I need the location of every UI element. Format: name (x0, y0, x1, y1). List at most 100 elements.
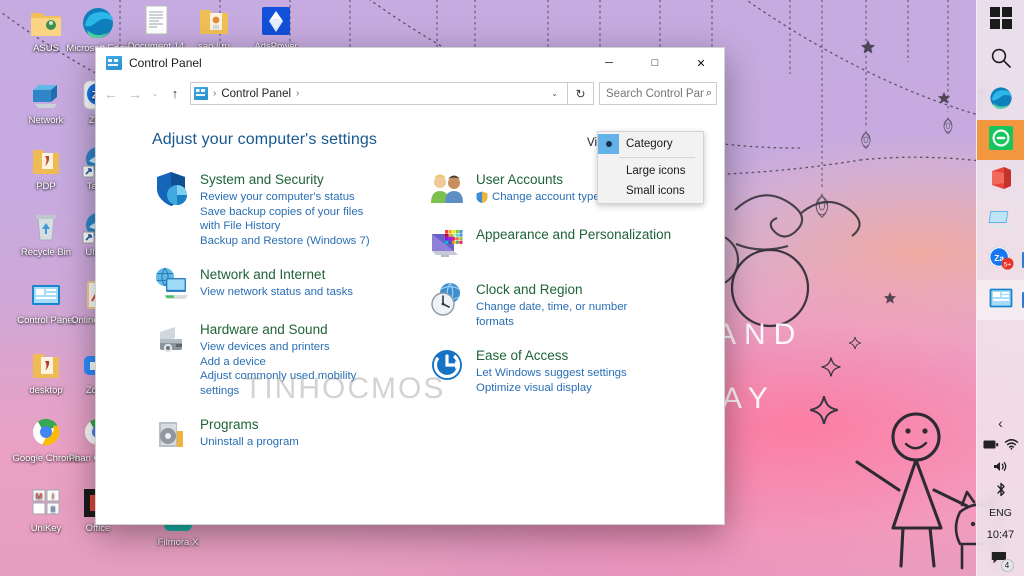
chrome-icon (29, 416, 63, 450)
view-by-dropdown-menu[interactable]: Category Large icons Small icons (597, 131, 704, 204)
volume-icon[interactable] (993, 460, 1009, 478)
view-menu-item-small-icons[interactable]: Small icons (598, 181, 703, 201)
address-chevron-down-icon[interactable]: ⌄ (544, 89, 565, 98)
appearance-icon[interactable] (428, 225, 466, 263)
search-icon[interactable]: ⌕ (706, 87, 712, 100)
tray-volume-row[interactable] (977, 457, 1024, 480)
close-button[interactable]: ✕ (678, 48, 724, 78)
category-title-user-accounts[interactable]: User Accounts (476, 171, 600, 188)
category-link-label: Let Windows suggest settings (476, 367, 627, 379)
zalo-button[interactable]: Za 5+ (977, 240, 1024, 280)
zalo-icon: Za 5+ (987, 245, 1015, 276)
search-input[interactable] (606, 87, 704, 100)
category-title-hardware-and-sound[interactable]: Hardware and Sound (200, 321, 380, 338)
asus-folder-icon (29, 6, 63, 40)
notification-center-row[interactable]: 4 (977, 547, 1024, 572)
wifi-icon[interactable] (1004, 437, 1019, 455)
category-title-programs[interactable]: Programs (200, 416, 299, 433)
app-green-button[interactable] (976, 120, 1024, 160)
search-icon (990, 47, 1012, 74)
category-title-appearance-and-personalization[interactable]: Appearance and Personalization (476, 226, 671, 243)
maximize-button[interactable]: □ (632, 48, 678, 78)
category-link-view-devices-and-printers[interactable]: View devices and printers (200, 340, 380, 355)
control-panel-window[interactable]: Control Panel ─ □ ✕ ← → ⌄ ↑ › Control Pa… (96, 48, 724, 524)
control-panel-icon (106, 56, 122, 70)
category-title-network-and-internet[interactable]: Network and Internet (200, 266, 353, 283)
clock[interactable]: 10:47 (987, 523, 1015, 547)
category-link-save-backup-copies-of-your-files-with-fi[interactable]: Save backup copies of your files with Fi… (200, 205, 380, 234)
chevron-up-icon[interactable]: ‹ (998, 416, 1003, 430)
edge-button[interactable] (977, 80, 1024, 120)
notification-badge: 4 (1000, 558, 1014, 572)
tray-battery-wifi-row[interactable] (977, 434, 1024, 457)
page-title: Adjust your computer's settings (152, 131, 377, 148)
window-titlebar[interactable]: Control Panel ─ □ ✕ (96, 48, 724, 78)
view-menu-item-category[interactable]: Category (598, 134, 703, 154)
address-bar[interactable]: › Control Panel › ⌄ (190, 82, 568, 105)
minimize-button[interactable]: ─ (586, 48, 632, 78)
battery-icon[interactable] (983, 437, 999, 455)
category-link-label: Review your computer's status (200, 191, 355, 203)
search-button[interactable] (977, 40, 1024, 80)
windows-logo-icon (989, 6, 1012, 34)
category-title-ease-of-access[interactable]: Ease of Access (476, 347, 627, 364)
recycle-bin-icon (29, 210, 63, 244)
taskbar[interactable]: Za 5+ ‹ ENG 10:47 4 (976, 0, 1024, 576)
category-title-system-and-security[interactable]: System and Security (200, 171, 380, 188)
control-panel-button[interactable] (976, 280, 1024, 320)
up-button[interactable]: ↑ (163, 82, 187, 106)
control-panel-body: Adjust your computer's settings View by:… (96, 109, 724, 524)
svg-text:AND: AND (716, 318, 803, 351)
taskbar-items: Za 5+ (976, 0, 1024, 320)
breadcrumb-separator-1[interactable]: › (293, 88, 302, 99)
category-link-label: Backup and Restore (Windows 7) (200, 234, 370, 247)
breadcrumb-separator-0: › (213, 88, 217, 99)
category-link-optimize-visual-display[interactable]: Optimize visual display (476, 381, 627, 396)
category-link-uninstall-a-program[interactable]: Uninstall a program (200, 435, 299, 450)
category-link-label: View network status and tasks (200, 286, 354, 298)
category-link-let-windows-suggest-settings[interactable]: Let Windows suggest settings (476, 366, 627, 381)
back-button[interactable]: ← (99, 82, 123, 106)
category-link-adjust-commonly-used-mobility-settings[interactable]: Adjust commonly used mobility settings (200, 369, 380, 398)
category-link-label: Uninstall a program (200, 436, 299, 448)
svg-text:M: M (36, 492, 43, 501)
category-link-backup-and-restore-windows-7-[interactable]: Backup and Restore (Windows 7) (200, 234, 380, 249)
category-link-change-account-type[interactable]: Change account type (476, 190, 600, 205)
uac-shield-icon (476, 191, 488, 203)
tray-bluetooth-row[interactable] (977, 480, 1024, 503)
search-box[interactable]: ⌕ (599, 82, 717, 105)
desktop-icon-adspower[interactable]: AdsPower (240, 4, 312, 52)
remote-desktop-button[interactable] (977, 200, 1024, 240)
network-desktop-icon (29, 78, 63, 112)
notifications-icon[interactable]: 4 (989, 548, 1014, 572)
view-menu-item-large-icons[interactable]: Large icons (598, 161, 703, 181)
language-indicator[interactable]: ENG (989, 503, 1012, 523)
tray-show-hidden-row[interactable]: ‹ (977, 411, 1024, 434)
printer-icon[interactable] (152, 320, 190, 358)
recent-locations-button[interactable]: ⌄ (147, 82, 163, 106)
edge-icon (81, 6, 115, 40)
category-system-and-security: System and Security Review your computer'… (152, 170, 410, 248)
shield-icon[interactable] (152, 170, 190, 208)
breadcrumb-control-panel[interactable]: Control Panel (219, 88, 293, 100)
category-link-add-a-device[interactable]: Add a device (200, 355, 380, 370)
start-button[interactable] (977, 0, 1024, 40)
desktop-icon-label: Office (85, 523, 111, 534)
category-link-label: Add a device (200, 355, 266, 368)
category-clock-and-region: Clock and Region Change date, time, or nu… (428, 280, 724, 329)
category-link-review-your-computer-s-status[interactable]: Review your computer's status (200, 190, 380, 205)
category-link-view-network-status-and-tasks[interactable]: View network status and tasks (200, 285, 353, 300)
category-title-clock-and-region[interactable]: Clock and Region (476, 281, 656, 298)
refresh-button[interactable]: ↻ (568, 82, 594, 105)
bluetooth-icon[interactable] (995, 482, 1007, 502)
clock-icon[interactable] (428, 280, 466, 318)
forward-button[interactable]: → (123, 82, 147, 106)
programs-icon[interactable] (152, 415, 190, 453)
office-button[interactable] (977, 160, 1024, 200)
control-panel-icon (989, 288, 1013, 313)
users-icon[interactable] (428, 170, 466, 208)
system-tray: ‹ ENG 10:47 4 (977, 411, 1024, 576)
network-icon[interactable] (152, 265, 190, 303)
category-link-change-date-time-or-number-formats[interactable]: Change date, time, or number formats (476, 300, 656, 329)
ease-of-access-icon[interactable] (428, 346, 466, 384)
